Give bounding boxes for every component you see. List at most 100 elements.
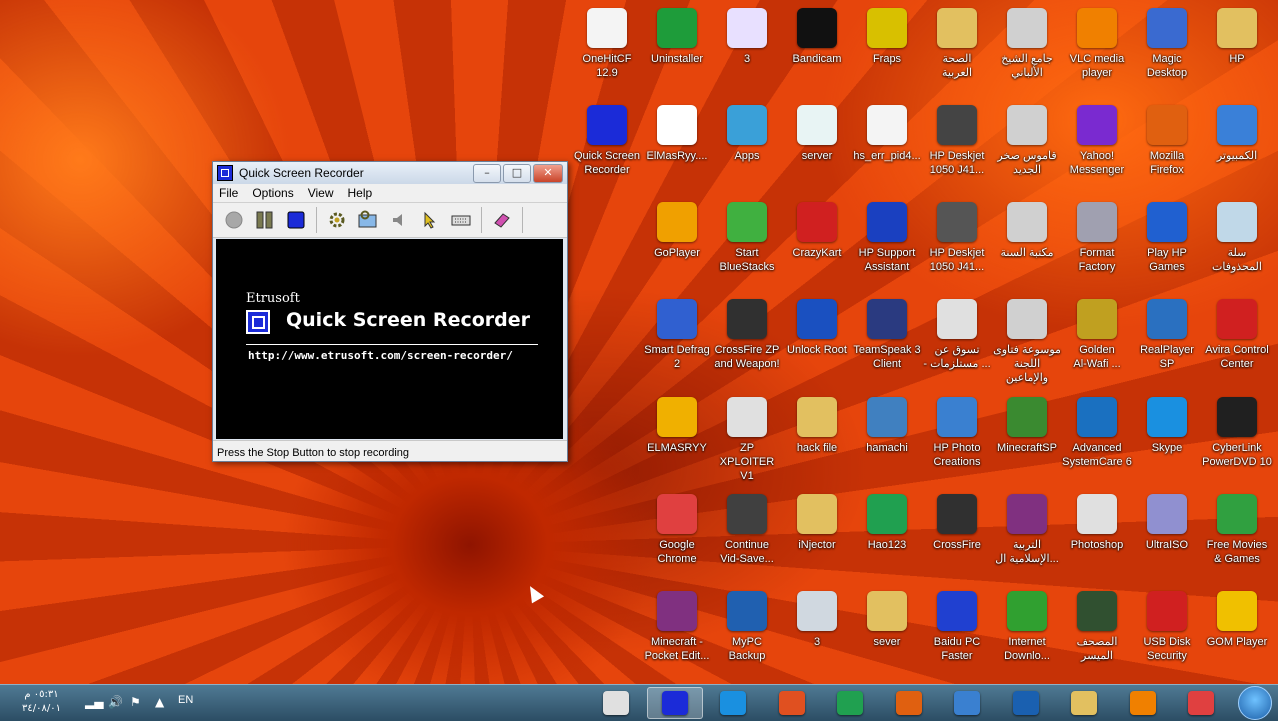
desktop-icon[interactable]: Play HP Games [1132, 202, 1202, 274]
start-button[interactable] [1238, 686, 1272, 720]
desktop-icon[interactable]: 3 [712, 8, 782, 66]
desktop-icon[interactable]: UltraISO [1132, 494, 1202, 552]
menu-options[interactable]: Options [252, 186, 293, 200]
taskbar-button-libraries[interactable] [1056, 687, 1112, 719]
taskbar-button-java[interactable] [764, 687, 820, 719]
desktop-icon[interactable]: موسوعة فتاوى اللجنة والإماعين [992, 299, 1062, 385]
desktop-icon[interactable]: hs_err_pid4... [852, 105, 922, 163]
desktop-icon[interactable]: Hao123 [852, 494, 922, 552]
taskbar-button-explorer[interactable] [588, 687, 644, 719]
desktop-icon[interactable]: Avira Control Center [1202, 299, 1272, 371]
desktop-icon[interactable]: Baidu PC Faster [922, 591, 992, 663]
desktop-icon[interactable]: CrazyKart [782, 202, 852, 260]
desktop-icon[interactable]: Free Movies & Games [1202, 494, 1272, 566]
desktop-icon[interactable]: iNjector [782, 494, 852, 552]
desktop-icon[interactable]: GOM Player [1202, 591, 1272, 649]
window-titlebar[interactable]: Quick Screen Recorder – □ ✕ [213, 162, 567, 184]
desktop-icon[interactable]: سلة المحذوفات [1202, 202, 1272, 274]
taskbar-button-hao123[interactable] [822, 687, 878, 719]
menu-view[interactable]: View [308, 186, 334, 200]
taskbar-button-firefox[interactable] [881, 687, 937, 719]
desktop-icon[interactable]: Format Factory [1062, 202, 1132, 274]
desktop-icon[interactable]: Bandicam [782, 8, 852, 66]
desktop-icon[interactable]: تسوق عن - مستلزمات ... [922, 299, 992, 371]
action-center-icon[interactable]: ⚑ [130, 695, 141, 709]
desktop-icon[interactable]: CrossFire [922, 494, 992, 552]
desktop-icon[interactable]: GoPlayer [642, 202, 712, 260]
stop-icon[interactable] [285, 209, 307, 231]
desktop-icon[interactable]: جامع الشيخ الألباني [992, 8, 1062, 80]
record-icon[interactable] [223, 209, 245, 231]
desktop-icon[interactable]: HP [1202, 8, 1272, 66]
desktop-icon[interactable]: TeamSpeak 3 Client [852, 299, 922, 371]
desktop-icon[interactable]: Yahoo! Messenger [1062, 105, 1132, 177]
desktop-icon[interactable]: ElMasRyy.... [642, 105, 712, 163]
desktop-icon[interactable]: Internet Downlo... [992, 591, 1062, 663]
taskbar-button-quick-screen-recorder[interactable] [647, 687, 703, 719]
volume-icon[interactable]: 🔊 [108, 695, 123, 709]
desktop-icon[interactable]: Start BlueStacks [712, 202, 782, 274]
taskbar-button-chrome[interactable] [1173, 687, 1229, 719]
desktop-icon[interactable]: USB Disk Security [1132, 591, 1202, 663]
desktop-icon[interactable]: HP Deskjet 1050 J41... [922, 202, 992, 274]
desktop-icon[interactable]: VLC media player [1062, 8, 1132, 80]
desktop-icon[interactable]: Google Chrome [642, 494, 712, 566]
pause-icon[interactable] [254, 209, 276, 231]
language-indicator[interactable]: EN [178, 694, 193, 706]
region-icon[interactable] [357, 209, 379, 231]
desktop-icon[interactable]: CyberLink PowerDVD 10 [1202, 397, 1272, 469]
desktop-icon[interactable]: MinecraftSP [992, 397, 1062, 455]
taskbar-button-hp-photo[interactable] [939, 687, 995, 719]
taskbar-button-media[interactable] [1115, 687, 1171, 719]
desktop-icon[interactable]: Smart Defrag 2 [642, 299, 712, 371]
desktop-icon[interactable]: Photoshop [1062, 494, 1132, 552]
brand-url[interactable]: http://www.etrusoft.com/screen-recorder/ [248, 349, 513, 362]
desktop-icon[interactable]: Skype [1132, 397, 1202, 455]
desktop-icon[interactable]: Unlock Root [782, 299, 852, 357]
desktop-icon[interactable]: HP Deskjet 1050 J41... [922, 105, 992, 177]
desktop-icon[interactable]: Golden Al-Wafi ... [1062, 299, 1132, 371]
desktop-icon[interactable]: sever [852, 591, 922, 649]
network-icon[interactable]: ▂▄ [85, 695, 103, 709]
desktop-icon[interactable]: Continue Vid-Save... [712, 494, 782, 566]
desktop-icon[interactable]: Minecraft - Pocket Edit... [642, 591, 712, 663]
clock[interactable]: ٠٥:٣١ م ٣٤/٠٨/٠١ [22, 688, 61, 716]
desktop-icon[interactable]: التربية الإسلامية ال... [992, 494, 1062, 566]
desktop-icon[interactable]: HP Support Assistant [852, 202, 922, 274]
desktop-icon[interactable]: MyPC Backup [712, 591, 782, 663]
quick-screen-recorder-window[interactable]: Quick Screen Recorder – □ ✕ File Options… [212, 161, 568, 462]
taskbar-button-skype[interactable] [705, 687, 761, 719]
desktop-icon[interactable]: 3 [782, 591, 852, 649]
show-hidden-icons-icon[interactable]: ▲ [155, 695, 164, 709]
desktop-icon[interactable]: Advanced SystemCare 6 [1062, 397, 1132, 469]
desktop-icon[interactable]: Uninstaller [642, 8, 712, 66]
desktop-icon[interactable]: hamachi [852, 397, 922, 455]
desktop-icon[interactable]: HP Photo Creations [922, 397, 992, 469]
close-button[interactable]: ✕ [533, 163, 563, 183]
desktop-icon[interactable]: Magic Desktop [1132, 8, 1202, 80]
desktop-icon[interactable]: server [782, 105, 852, 163]
desktop-icon[interactable]: ELMASRYY [642, 397, 712, 455]
desktop-icon[interactable]: CrossFire ZP and Weapon! [712, 299, 782, 371]
menu-file[interactable]: File [219, 186, 238, 200]
cursor-icon[interactable] [419, 209, 441, 231]
desktop-icon[interactable]: Fraps [852, 8, 922, 66]
desktop-icon[interactable]: RealPlayer SP [1132, 299, 1202, 371]
desktop-icon[interactable]: الكمبيوتر [1202, 105, 1272, 163]
settings-icon[interactable] [326, 209, 348, 231]
maximize-button[interactable]: □ [503, 163, 531, 183]
desktop-icon[interactable]: ZP XPLOITER V1 [712, 397, 782, 483]
desktop-icon[interactable]: Apps [712, 105, 782, 163]
desktop-icon[interactable]: Quick Screen Recorder [572, 105, 642, 177]
desktop-icon[interactable]: المصحف الميسر [1062, 591, 1132, 663]
desktop-icon[interactable]: OneHitCF 12.9 [572, 8, 642, 80]
eraser-icon[interactable] [491, 209, 513, 231]
desktop-icon[interactable]: Mozilla Firefox [1132, 105, 1202, 177]
taskbar-button-hp[interactable] [998, 687, 1054, 719]
keyboard-icon[interactable] [450, 209, 472, 231]
desktop-icon[interactable]: الصحة العربية [922, 8, 992, 80]
desktop-icon[interactable]: قاموس صخر الجديد [992, 105, 1062, 177]
minimize-button[interactable]: – [473, 163, 501, 183]
audio-icon[interactable] [388, 209, 410, 231]
menu-help[interactable]: Help [348, 186, 373, 200]
